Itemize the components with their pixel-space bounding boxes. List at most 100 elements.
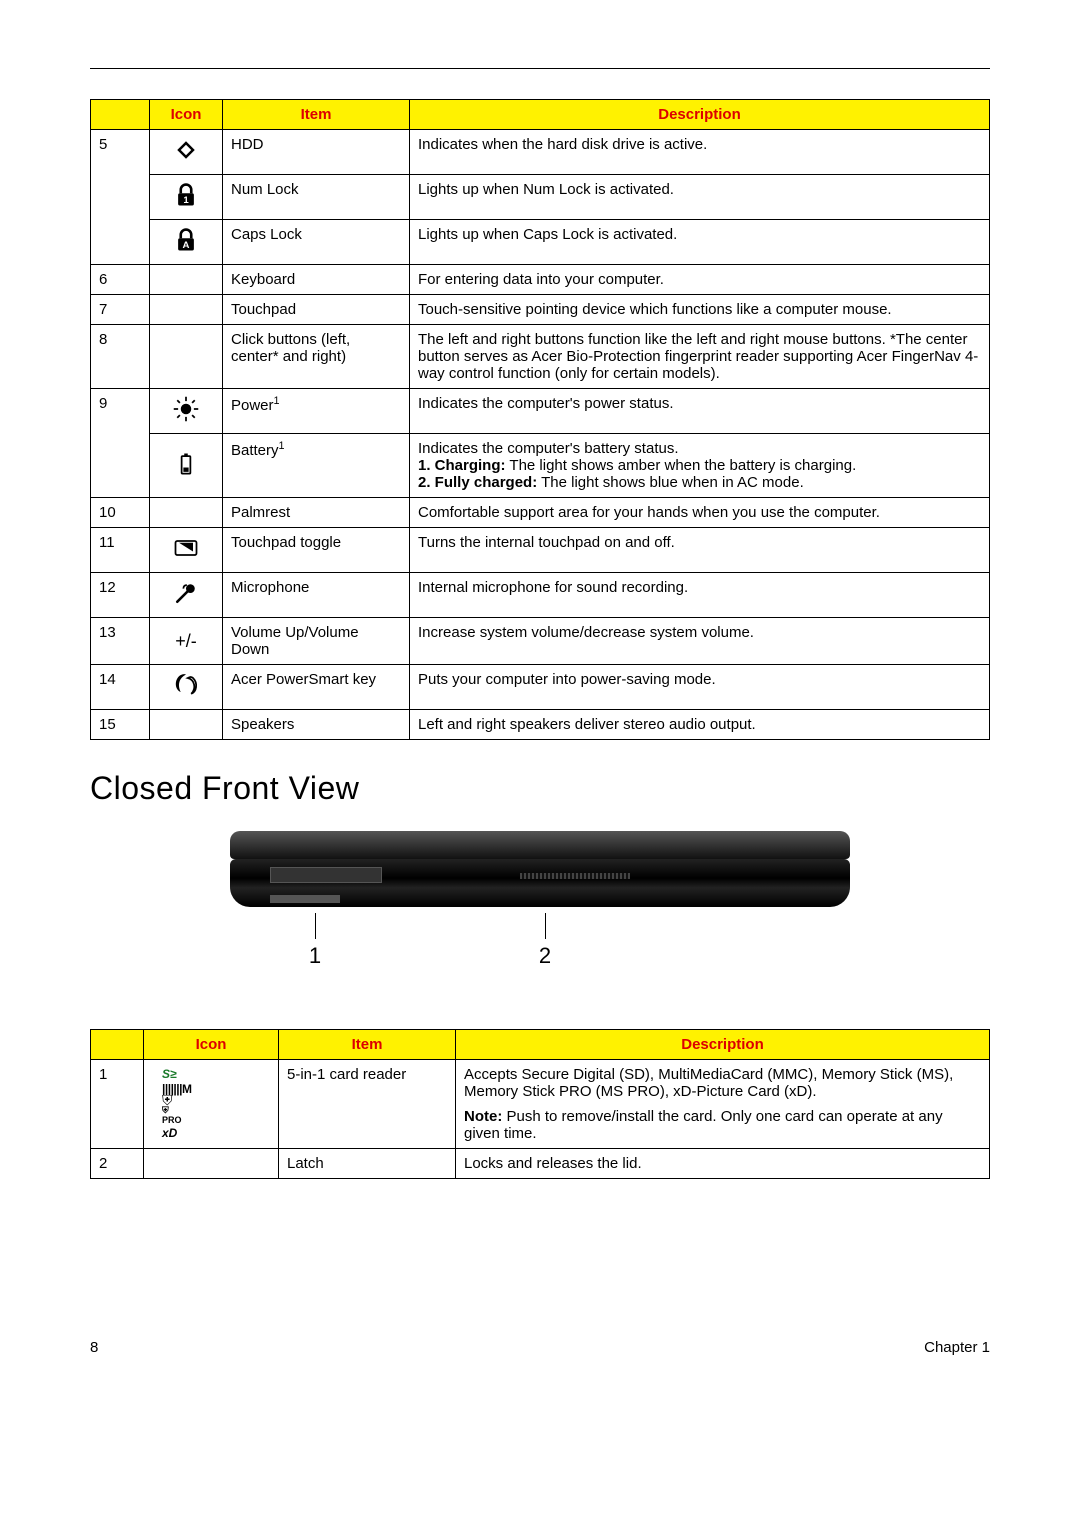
cell-item: Touchpad toggle [223, 528, 410, 573]
cell-desc: Increase system volume/decrease system v… [410, 618, 990, 665]
cell-num: 12 [91, 573, 150, 618]
cell-num: 9 [91, 389, 150, 498]
cell-num: 10 [91, 498, 150, 528]
hdd-icon [172, 136, 200, 164]
cell-item: Power1 [223, 389, 410, 434]
callout-row: 1 2 [230, 913, 850, 969]
table-row: 1 S≥ |||||||M ⛨ ⛨ PRO xD 5-in-1 card rea… [91, 1060, 990, 1149]
cell-item: Microphone [223, 573, 410, 618]
front-view-table: Icon Item Description 1 S≥ |||||||M ⛨ ⛨ … [90, 1029, 990, 1179]
card-reader-logos-icon: S≥ |||||||M ⛨ ⛨ PRO xD [152, 1067, 270, 1140]
sup: 1 [274, 395, 280, 407]
cell-item: Touchpad [223, 295, 410, 325]
cell-desc: Touch-sensitive pointing device which fu… [410, 295, 990, 325]
cell-icon [150, 528, 223, 573]
table-row: 1 Num Lock Lights up when Num Lock is ac… [91, 175, 990, 220]
callout-label: 1 [309, 943, 321, 968]
capslock-icon: A [172, 226, 200, 254]
th-icon: Icon [144, 1030, 279, 1060]
cell-num: 14 [91, 665, 150, 710]
desc-line: Indicates the computer's battery status. [418, 440, 679, 457]
desc-bold: 2. Fully charged: [418, 474, 537, 491]
callout-1: 1 [230, 913, 400, 969]
latch [270, 895, 340, 903]
table-row: 10 Palmrest Comfortable support area for… [91, 498, 990, 528]
cell-icon [150, 434, 223, 498]
table-row: 5 HDD Indicates when the hard disk drive… [91, 130, 990, 175]
cell-desc: Indicates when the hard disk drive is ac… [410, 130, 990, 175]
numlock-icon: 1 [172, 181, 200, 209]
th-item: Item [223, 100, 410, 130]
cell-desc: Indicates the computer's power status. [410, 389, 990, 434]
cell-icon: +/- [150, 618, 223, 665]
note-label: Note: [464, 1108, 502, 1125]
cell-num: 7 [91, 295, 150, 325]
cell-desc: Left and right speakers deliver stereo a… [410, 710, 990, 740]
cell-desc: Puts your computer into power-saving mod… [410, 665, 990, 710]
cell-item: Num Lock [223, 175, 410, 220]
table-row: A Caps Lock Lights up when Caps Lock is … [91, 220, 990, 265]
touchpad-toggle-icon [172, 534, 200, 562]
cell-desc: The left and right buttons function like… [410, 325, 990, 389]
cell-item: Keyboard [223, 265, 410, 295]
table-head: Icon Item Description [91, 100, 990, 130]
cell-item: HDD [223, 130, 410, 175]
callout-line [545, 913, 546, 939]
cell-desc: Lights up when Caps Lock is activated. [410, 220, 990, 265]
cell-num: 8 [91, 325, 150, 389]
cell-desc: Internal microphone for sound recording. [410, 573, 990, 618]
table-row: 7 Touchpad Touch-sensitive pointing devi… [91, 295, 990, 325]
cell-desc: Turns the internal touchpad on and off. [410, 528, 990, 573]
vent [520, 873, 630, 879]
sup: 1 [279, 440, 285, 452]
cell-item: Acer PowerSmart key [223, 665, 410, 710]
chapter-label: Chapter 1 [924, 1339, 990, 1356]
cell-num: 2 [91, 1149, 144, 1179]
cell-icon [150, 265, 223, 295]
page-number: 8 [90, 1339, 98, 1356]
callout-label: 2 [539, 943, 551, 968]
cell-item: Click buttons (left, center* and right) [223, 325, 410, 389]
th-item: Item [279, 1030, 456, 1060]
indicators-table: Icon Item Description 5 HDD Indicates wh… [90, 99, 990, 740]
desc-note: Note: Push to remove/install the card. O… [464, 1108, 981, 1142]
cell-icon [150, 295, 223, 325]
laptop-base [230, 859, 850, 907]
th-num [91, 100, 150, 130]
table-row: 11 Touchpad toggle Turns the internal to… [91, 528, 990, 573]
mspro-text: PRO [162, 1115, 270, 1126]
desc-main: Accepts Secure Digital (SD), MultiMediaC… [464, 1066, 981, 1100]
th-num [91, 1030, 144, 1060]
cell-icon [150, 665, 223, 710]
th-desc: Description [410, 100, 990, 130]
cell-item: Battery1 [223, 434, 410, 498]
desc-text: The light shows blue when in AC mode. [537, 474, 804, 491]
cell-icon: S≥ |||||||M ⛨ ⛨ PRO xD [144, 1060, 279, 1149]
table-row: 13 +/- Volume Up/Volume Down Increase sy… [91, 618, 990, 665]
powersmart-icon [172, 671, 200, 699]
note-text: Push to remove/install the card. Only on… [464, 1108, 943, 1142]
sd-logo: S≥ [162, 1067, 270, 1081]
mmc-logo: |||||||M [162, 1082, 270, 1096]
table-row: 9 Power1 Indicates the computer's power … [91, 389, 990, 434]
table-row: 15 Speakers Left and right speakers deli… [91, 710, 990, 740]
callout-2: 2 [400, 913, 690, 969]
section-heading: Closed Front View [90, 770, 990, 807]
cell-icon [150, 498, 223, 528]
th-desc: Description [456, 1030, 990, 1060]
header-rule [90, 68, 990, 69]
card-slot [270, 867, 382, 883]
cell-num: 6 [91, 265, 150, 295]
cell-item: 5-in-1 card reader [279, 1060, 456, 1149]
cell-num: 11 [91, 528, 150, 573]
cell-num: 1 [91, 1060, 144, 1149]
cell-num: 13 [91, 618, 150, 665]
item-text: Battery [231, 442, 279, 459]
power-icon [172, 395, 200, 423]
table-head: Icon Item Description [91, 1030, 990, 1060]
callout-line [315, 913, 316, 939]
cell-icon [150, 325, 223, 389]
cell-icon: 1 [150, 175, 223, 220]
microphone-icon [172, 579, 200, 607]
cell-icon [150, 573, 223, 618]
